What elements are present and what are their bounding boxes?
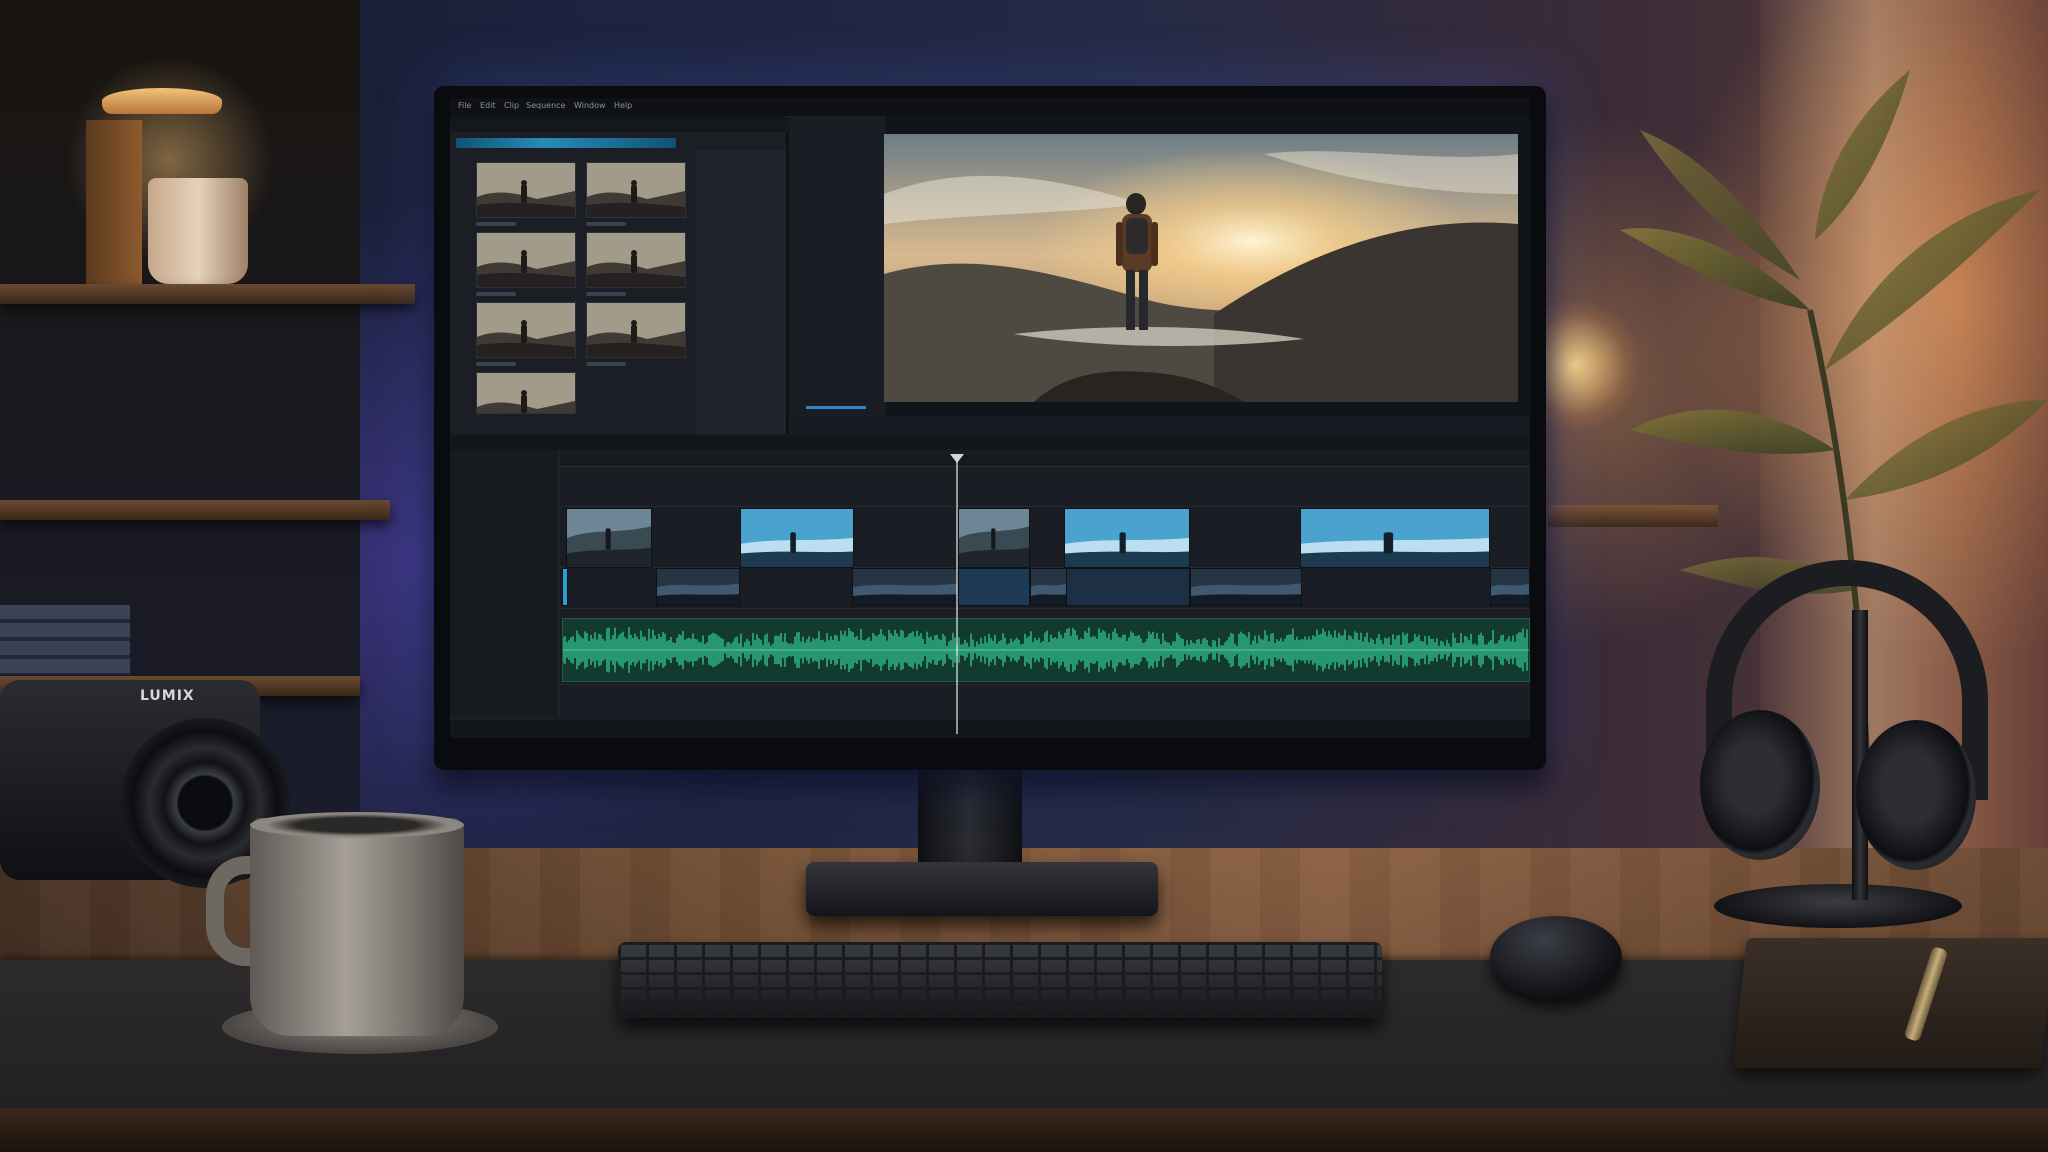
media-bin-tab[interactable] xyxy=(456,138,676,148)
media-bin-sidebar xyxy=(696,150,786,434)
video-clip[interactable] xyxy=(1064,508,1190,568)
media-bin-panel xyxy=(450,132,788,434)
media-thumbnail[interactable] xyxy=(476,372,576,414)
notebook xyxy=(1733,938,2048,1068)
thumbnail-caption xyxy=(586,222,626,226)
headphones-left-cup xyxy=(1700,710,1820,860)
monitor-stand-base xyxy=(806,862,1158,916)
thumbnail-caption xyxy=(586,362,626,366)
video-clip[interactable] xyxy=(852,568,958,606)
camera-brand-label: LUMIX xyxy=(140,688,195,704)
thumbnail-caption xyxy=(476,292,516,296)
thumbnail-caption xyxy=(476,362,516,366)
video-clip[interactable] xyxy=(1066,568,1190,606)
audio-waveform xyxy=(563,627,1529,673)
shelf-board-top xyxy=(0,284,415,304)
menu-item-help[interactable]: Help xyxy=(614,101,632,110)
audio-waveform-track[interactable] xyxy=(562,618,1530,682)
menu-item-file[interactable]: File xyxy=(458,101,471,110)
shelf-box xyxy=(86,120,142,284)
video-clip[interactable] xyxy=(1190,568,1302,606)
timeline-ruler[interactable] xyxy=(560,454,1530,467)
menu-item-clip[interactable]: Clip xyxy=(504,101,519,110)
coffee-mug xyxy=(250,818,464,1036)
media-thumbnail[interactable] xyxy=(586,162,686,218)
shelf-board-middle xyxy=(0,500,390,520)
thumbnail-caption xyxy=(586,292,626,296)
headphones-right-cup xyxy=(1856,720,1976,870)
video-clip[interactable] xyxy=(958,508,1030,568)
video-clip[interactable] xyxy=(566,508,652,568)
media-thumbnail[interactable] xyxy=(476,302,576,358)
menu-item-window[interactable]: Window xyxy=(574,101,606,110)
preview-side-panel xyxy=(790,116,886,434)
track-headers xyxy=(450,450,559,716)
media-thumbnail[interactable] xyxy=(476,232,576,288)
track-divider xyxy=(560,608,1530,609)
editor-toolbar xyxy=(450,116,786,132)
timeline-playhead[interactable] xyxy=(956,454,958,734)
lamp-icon xyxy=(102,88,222,114)
menu-item-sequence[interactable]: Sequence xyxy=(526,101,565,110)
computer-mouse xyxy=(1490,916,1622,998)
preview-progress-bar[interactable] xyxy=(806,406,866,409)
media-thumbnail[interactable] xyxy=(476,162,576,218)
video-clip[interactable] xyxy=(656,568,740,606)
track-divider xyxy=(560,506,1530,507)
headphone-stand-base xyxy=(1714,884,1962,928)
media-thumbnail[interactable] xyxy=(586,232,686,288)
monitor-screen: File Edit Clip Sequence Window Help xyxy=(450,98,1530,738)
video-clip[interactable] xyxy=(958,568,1030,606)
timeline-header xyxy=(450,436,1530,450)
thumbnail-caption xyxy=(476,222,516,226)
video-clip[interactable] xyxy=(1030,568,1068,606)
video-clip[interactable] xyxy=(1300,508,1490,568)
video-clip[interactable] xyxy=(562,568,568,606)
track-divider xyxy=(560,684,1530,685)
video-clip[interactable] xyxy=(740,508,854,568)
video-clip[interactable] xyxy=(1490,568,1530,606)
preview-transport-controls[interactable] xyxy=(790,416,1530,434)
mug-rim xyxy=(250,812,464,838)
desk-edge xyxy=(0,1108,2048,1152)
keyboard xyxy=(618,942,1382,1018)
book-stack xyxy=(0,605,130,675)
playhead-handle-icon[interactable] xyxy=(950,454,964,463)
menu-item-edit[interactable]: Edit xyxy=(480,101,496,110)
preview-video-frame[interactable] xyxy=(884,134,1518,402)
shelf-plant-pot xyxy=(148,178,248,284)
timeline-footer xyxy=(450,720,1530,738)
media-thumbnail[interactable] xyxy=(586,302,686,358)
editor-menubar: File Edit Clip Sequence Window Help xyxy=(450,98,1530,117)
